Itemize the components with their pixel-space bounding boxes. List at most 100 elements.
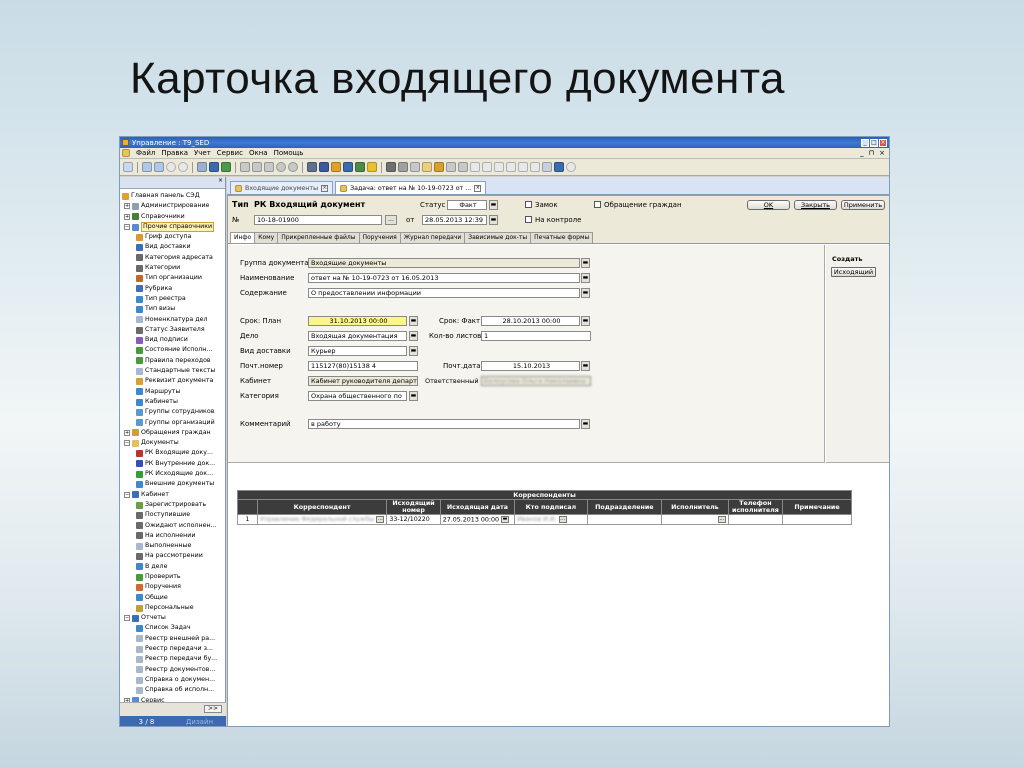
tree-item[interactable]: Реестр внешней ра... xyxy=(122,634,225,644)
grid-icon[interactable] xyxy=(518,162,528,172)
menu-windows[interactable]: Окна xyxy=(249,149,268,157)
tree-item[interactable]: Справка о докумен... xyxy=(122,675,225,685)
department-cell[interactable] xyxy=(586,514,663,525)
apply-button[interactable]: Применить xyxy=(841,200,885,210)
tree-item[interactable]: Кабинеты xyxy=(122,397,225,407)
tools-icon[interactable] xyxy=(386,162,396,172)
comment-dropdown[interactable]: ▬ xyxy=(581,419,590,429)
subtab[interactable]: Прикрепленные файлы xyxy=(277,232,360,243)
filter-icon[interactable] xyxy=(446,162,456,172)
column-header[interactable]: Исходящий номер xyxy=(386,499,441,515)
menu-help[interactable]: Помощь xyxy=(274,149,304,157)
menu-service[interactable]: Сервис xyxy=(217,149,243,157)
tree-item[interactable]: На исполнении xyxy=(122,531,225,541)
comment-field[interactable]: в работу xyxy=(308,419,580,429)
tree-item[interactable]: Поручения xyxy=(122,582,225,592)
tree-item[interactable]: Вид подписи xyxy=(122,335,225,345)
tree-item[interactable]: Список Задач xyxy=(122,623,225,633)
tree-item[interactable]: − Кабинет xyxy=(122,490,225,500)
tree-item[interactable]: Рубрика xyxy=(122,284,225,294)
new-doc-icon[interactable] xyxy=(197,162,207,172)
column-header[interactable]: Телефон исполнителя xyxy=(727,499,784,515)
column-header[interactable]: Кто подписал xyxy=(514,499,588,515)
sheets-field[interactable]: 1 xyxy=(481,331,591,341)
maximize-button[interactable]: □ xyxy=(870,138,878,147)
tree-item[interactable]: Персональные xyxy=(122,603,225,613)
tree-item[interactable]: РК Внутренние док... xyxy=(122,459,225,469)
number-field[interactable]: 10-18-01900 xyxy=(254,215,382,225)
close-tab-icon[interactable]: × xyxy=(321,184,329,192)
expand-icon[interactable]: + xyxy=(124,213,130,220)
back-icon[interactable] xyxy=(142,162,152,172)
expand-icon[interactable]: + xyxy=(124,203,130,210)
post-number-field[interactable]: 115127(80)15138 4 xyxy=(308,361,418,371)
check-icon[interactable] xyxy=(410,162,420,172)
subtab[interactable]: Инфо xyxy=(230,232,256,243)
minimize-button[interactable]: _ xyxy=(861,138,869,147)
chart-icon[interactable] xyxy=(343,162,353,172)
home-icon[interactable] xyxy=(123,162,133,172)
paste-icon[interactable] xyxy=(264,162,274,172)
tree-item[interactable]: Реестр документов... xyxy=(122,665,225,675)
tree-item[interactable]: Гриф доступа xyxy=(122,232,225,242)
tree-item[interactable]: Выполненные xyxy=(122,541,225,551)
tree-item[interactable]: Статус Заявителя xyxy=(122,325,225,335)
citizens-checkbox[interactable] xyxy=(594,201,601,208)
create-outgoing-button[interactable]: Исходящий xyxy=(831,267,876,277)
column-header[interactable]: Исходящая дата xyxy=(439,499,516,515)
tree-item[interactable]: Тип визы xyxy=(122,304,225,314)
zoom-icon[interactable] xyxy=(178,162,188,172)
search-icon[interactable] xyxy=(166,162,176,172)
collapse-icon[interactable]: − xyxy=(124,440,130,447)
tree-item[interactable]: Категория адресата xyxy=(122,253,225,263)
subtab[interactable]: Кому xyxy=(254,232,279,243)
delivery-dropdown[interactable]: ▬ xyxy=(409,346,418,356)
tree-item[interactable]: Стандартные тексты xyxy=(122,366,225,376)
tree-item[interactable]: Внешние документы xyxy=(122,479,225,489)
tree-item[interactable]: На рассмотрении xyxy=(122,551,225,561)
tree-item[interactable]: Вид доставки xyxy=(122,242,225,252)
refresh-icon[interactable] xyxy=(221,162,231,172)
control-checkbox[interactable] xyxy=(525,216,532,223)
outgoing-date-cell[interactable]: 27.05.2013 00:00 xyxy=(443,516,499,523)
tree-item[interactable]: РК Исходящие док... xyxy=(122,469,225,479)
plan-date-field[interactable]: 31.10.2013 00:00 xyxy=(308,316,407,326)
phone-cell[interactable] xyxy=(727,514,784,525)
content-dropdown[interactable]: ▬ xyxy=(581,288,590,298)
correspondent-lookup[interactable]: ... xyxy=(376,515,385,523)
plan-date-dropdown[interactable]: ▬ xyxy=(409,316,418,326)
responsible-field[interactable]: Белоусова Ольга Николаевна xyxy=(481,376,591,386)
tree-item[interactable]: Поступившие xyxy=(122,510,225,520)
cabinet-field[interactable]: Кабинет руководителя департ xyxy=(308,376,418,386)
tree-item[interactable]: − Отчеты xyxy=(122,613,225,623)
tree-item[interactable]: Главная панель СЭД xyxy=(122,191,225,201)
tree-item[interactable]: Тип организации xyxy=(122,273,225,283)
column-header[interactable]: Исполнитель xyxy=(661,499,729,515)
tree-item[interactable]: Реквизит документа xyxy=(122,376,225,386)
table-row[interactable]: 1 Управление Федеральной службы ... 33-1… xyxy=(237,514,852,525)
lock-checkbox[interactable] xyxy=(525,201,532,208)
tree-item[interactable]: Ожидают исполнен... xyxy=(122,521,225,531)
signer-cell[interactable]: Иванов И.И. xyxy=(517,516,556,523)
tree-item[interactable]: В деле xyxy=(122,562,225,572)
menu-file[interactable]: Файл xyxy=(136,149,155,157)
tree-item[interactable]: Группы сотрудников xyxy=(122,407,225,417)
book-icon[interactable] xyxy=(319,162,329,172)
cut-icon[interactable] xyxy=(240,162,250,172)
mdi-restore-button[interactable]: ⊓ xyxy=(869,149,874,157)
column-header[interactable]: Корреспондент xyxy=(256,499,388,515)
category-field[interactable]: Охрана общественного по xyxy=(308,391,407,401)
subtab[interactable]: Зависимые док-ты xyxy=(464,232,532,243)
date-dropdown[interactable]: ▬ xyxy=(500,515,509,523)
redo-icon[interactable] xyxy=(288,162,298,172)
attach-icon[interactable] xyxy=(434,162,444,172)
outgoing-number-cell[interactable]: 33-12/10220 xyxy=(386,514,441,525)
column-header[interactable]: Подразделение xyxy=(586,499,663,515)
delivery-field[interactable]: Курьер xyxy=(308,346,407,356)
tree-item[interactable]: + Обращения граждан xyxy=(122,428,225,438)
tree-item[interactable]: Категории xyxy=(122,263,225,273)
close-button[interactable]: Закрыть xyxy=(794,200,837,210)
content-field[interactable]: О предоставлении информации xyxy=(308,288,580,298)
expand-nav-button[interactable]: >> xyxy=(204,705,222,713)
status-field[interactable]: Факт xyxy=(447,200,487,210)
